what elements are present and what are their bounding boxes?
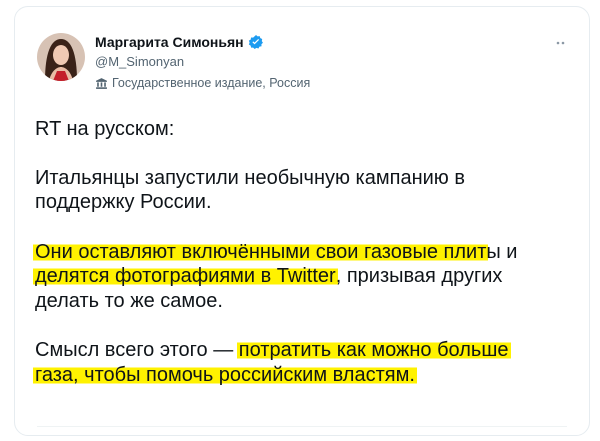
tweet-card: Маргарита Симоньян @M_Simonyan Государст… <box>14 6 590 436</box>
tweet-line: RT на русском: <box>35 118 175 140</box>
avatar[interactable] <box>37 33 85 81</box>
tweet-line: поддержку России. <box>35 191 212 213</box>
highlighted-text: потратить как можно больше <box>236 339 511 361</box>
author-handle[interactable]: @M_Simonyan <box>95 54 184 69</box>
affiliation-text: Государственное издание, Россия <box>112 76 311 90</box>
tweet-line: Смысл всего этого — <box>35 339 239 361</box>
tweet-line: Итальянцы запустили необычную кампанию в <box>35 166 465 189</box>
avatar-photo <box>37 33 85 81</box>
tweet-paragraph-3: Они оставляют включёнными свои газовые п… <box>33 240 589 314</box>
highlighted-text: Они оставляют включёнными свои газовые п… <box>33 240 489 263</box>
tweet-line: ы и <box>486 240 518 263</box>
more-options-icon[interactable] <box>555 35 571 45</box>
tweet-paragraph-1: RT на русском: <box>35 117 589 142</box>
tweet-paragraph-4: Смысл всего этого — потратить как можно … <box>33 338 589 387</box>
tweet-line: делать то же самое. <box>35 289 223 312</box>
author-name-row[interactable]: Маргарита Симоньян <box>95 34 264 50</box>
tweet-line: , призывая других <box>335 265 503 287</box>
highlighted-text: газа, чтобы помочь российским властям. <box>33 363 417 386</box>
government-affiliation-label: Государственное издание, Россия <box>95 76 310 90</box>
author-display-name[interactable]: Маргарита Симоньян <box>95 34 244 50</box>
government-building-icon <box>95 77 108 90</box>
divider <box>37 426 567 435</box>
verified-badge-icon <box>248 34 264 50</box>
tweet-text: RT на русском: Итальянцы запустили необы… <box>33 117 589 412</box>
highlighted-text: делятся фотографиями в Twitter <box>33 265 338 287</box>
tweet-paragraph-2: Итальянцы запустили необычную кампанию в… <box>35 166 589 215</box>
